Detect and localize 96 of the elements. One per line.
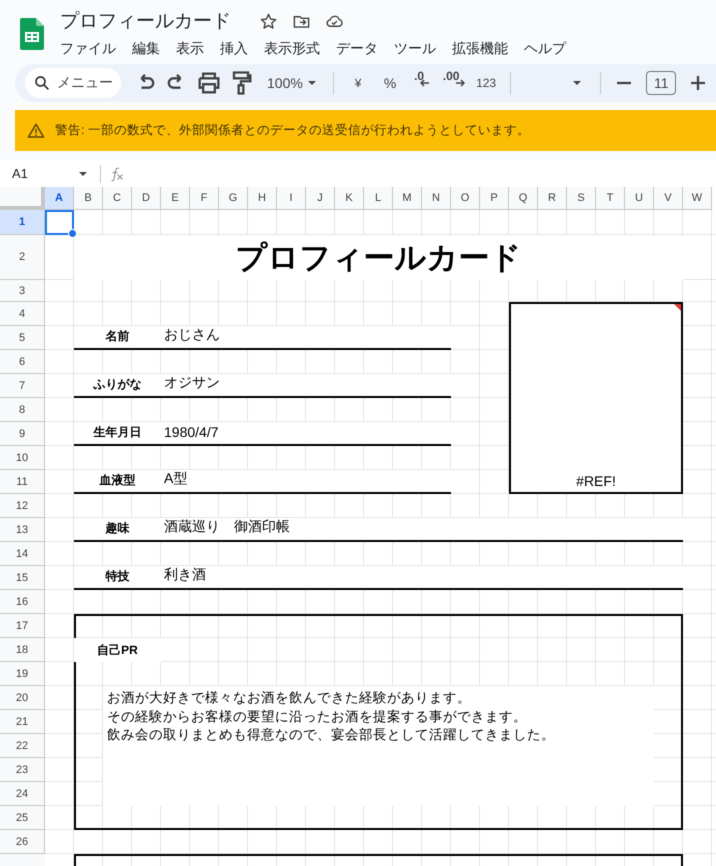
arrow-icon bbox=[420, 79, 430, 87]
row-header[interactable]: 8 bbox=[0, 398, 45, 422]
warning-message: 警告: 一部の数式で、外部関係者とのデータの送受信が行われようとしています。 bbox=[55, 122, 530, 139]
column-header[interactable]: L bbox=[364, 187, 393, 210]
document-title[interactable]: プロフィールカード bbox=[60, 8, 231, 34]
column-header[interactable]: K bbox=[335, 187, 364, 210]
column-header[interactable]: A bbox=[45, 187, 74, 210]
column-header[interactable]: J bbox=[306, 187, 335, 210]
field-value[interactable]: 1980/4/7 bbox=[161, 424, 451, 444]
row-header[interactable]: 17 bbox=[0, 614, 45, 638]
active-cell[interactable] bbox=[45, 210, 74, 235]
field-value[interactable]: 利き酒 bbox=[161, 566, 683, 588]
row-header[interactable]: 11 bbox=[0, 470, 45, 494]
row-header[interactable]: 1 bbox=[0, 210, 45, 235]
number-format-button[interactable]: 123 bbox=[472, 69, 500, 97]
column-header[interactable]: N bbox=[422, 187, 451, 210]
row-header[interactable]: 25 bbox=[0, 806, 45, 830]
column-header[interactable]: P bbox=[480, 187, 509, 210]
row-header[interactable]: 16 bbox=[0, 590, 45, 614]
field-value[interactable]: おじさん bbox=[161, 326, 451, 348]
row-header[interactable]: 13 bbox=[0, 518, 45, 542]
menu-item[interactable]: ヘルプ bbox=[524, 38, 566, 60]
column-header[interactable]: D bbox=[132, 187, 161, 210]
row-header[interactable]: 22 bbox=[0, 734, 45, 758]
percent-format-button[interactable]: % bbox=[376, 69, 404, 97]
column-header[interactable]: V bbox=[654, 187, 683, 210]
field-value[interactable]: A型 bbox=[161, 470, 451, 492]
row-header[interactable]: 7 bbox=[0, 374, 45, 398]
function-icon bbox=[109, 166, 125, 182]
caret-icon bbox=[307, 78, 318, 88]
field-value[interactable]: 酒蔵巡り 御酒印帳 bbox=[161, 518, 683, 540]
column-header[interactable]: H bbox=[248, 187, 277, 210]
decrease-decimal-button[interactable]: .0 bbox=[408, 69, 436, 97]
menu-item[interactable]: 編集 bbox=[132, 38, 160, 60]
field-label: 趣味 bbox=[104, 520, 130, 537]
field-label: 名前 bbox=[104, 328, 130, 345]
menu-item[interactable]: ツール bbox=[394, 38, 436, 60]
row-header[interactable]: 6 bbox=[0, 350, 45, 374]
caret-icon bbox=[572, 78, 582, 88]
row-header[interactable]: 15 bbox=[0, 566, 45, 590]
menu-item[interactable]: 挿入 bbox=[220, 38, 248, 60]
row-header[interactable]: 21 bbox=[0, 710, 45, 734]
column-header[interactable]: U bbox=[625, 187, 654, 210]
column-header[interactable]: B bbox=[74, 187, 103, 210]
column-header[interactable]: I bbox=[277, 187, 306, 210]
increase-decimal-button[interactable]: .00 bbox=[440, 69, 468, 97]
menu-item[interactable]: ファイル bbox=[60, 38, 116, 60]
search-icon bbox=[33, 74, 51, 92]
menu-item[interactable]: 表示形式 bbox=[264, 38, 320, 60]
row-header[interactable]: 10 bbox=[0, 446, 45, 470]
field-label: 生年月日 bbox=[92, 424, 142, 441]
search-placeholder: メニュー bbox=[57, 74, 113, 92]
column-header[interactable]: C bbox=[103, 187, 132, 210]
column-header[interactable]: R bbox=[538, 187, 567, 210]
menu-item[interactable]: 拡張機能 bbox=[452, 38, 508, 60]
row-header[interactable]: 12 bbox=[0, 494, 45, 518]
error-text: #REF! bbox=[576, 473, 616, 491]
row-header[interactable]: 4 bbox=[0, 302, 45, 326]
column-header[interactable]: F bbox=[190, 187, 219, 210]
field-label: 血液型 bbox=[98, 472, 136, 489]
row-header[interactable]: 18 bbox=[0, 638, 45, 662]
sheets-logo-icon[interactable] bbox=[20, 18, 44, 50]
column-header[interactable]: W bbox=[683, 187, 712, 210]
row-header[interactable]: 23 bbox=[0, 758, 45, 782]
row-header[interactable]: 20 bbox=[0, 686, 45, 710]
column-header[interactable]: T bbox=[596, 187, 625, 210]
row-header[interactable]: 19 bbox=[0, 662, 45, 686]
column-header[interactable]: E bbox=[161, 187, 190, 210]
column-header[interactable]: Q bbox=[509, 187, 538, 210]
column-header[interactable]: M bbox=[393, 187, 422, 210]
name-box[interactable]: A1 bbox=[0, 166, 92, 181]
warning-icon bbox=[27, 122, 45, 140]
pr-label: 自己PR bbox=[74, 638, 161, 662]
pr-text[interactable]: お酒が大好きで様々なお酒を飲んできた経験があります。 その経験からお客様の要望に沿ったお酒を提案する事ができます。 飲み会の取りまとめも得意なので、宴会部長として活躍してきました。 bbox=[103, 686, 654, 806]
menu-item[interactable]: 表示 bbox=[176, 38, 204, 60]
row-header[interactable]: 3 bbox=[0, 280, 45, 302]
font-size-field[interactable]: 11 bbox=[646, 71, 676, 95]
row-header[interactable]: 26 bbox=[0, 830, 45, 854]
row-header[interactable]: 9 bbox=[0, 422, 45, 446]
row-header[interactable]: 2 bbox=[0, 235, 45, 280]
currency-format-button[interactable]: ¥ bbox=[344, 69, 372, 97]
column-header[interactable]: G bbox=[219, 187, 248, 210]
zoom-select[interactable]: 100% bbox=[259, 69, 324, 97]
field-label: ふりがな bbox=[92, 376, 142, 393]
column-header[interactable]: O bbox=[451, 187, 480, 210]
row-header[interactable]: 14 bbox=[0, 542, 45, 566]
star-icon[interactable] bbox=[259, 12, 278, 30]
menu-search-field[interactable]: メニュー bbox=[25, 68, 121, 98]
arrow-icon bbox=[455, 79, 466, 87]
row-header[interactable]: 24 bbox=[0, 782, 45, 806]
card-title: プロフィールカード bbox=[74, 235, 683, 280]
field-value[interactable]: オジサン bbox=[161, 374, 451, 396]
column-header[interactable]: S bbox=[567, 187, 596, 210]
field-label: 特技 bbox=[104, 568, 130, 585]
menu-item[interactable]: データ bbox=[336, 38, 378, 60]
row-header[interactable]: 5 bbox=[0, 326, 45, 350]
